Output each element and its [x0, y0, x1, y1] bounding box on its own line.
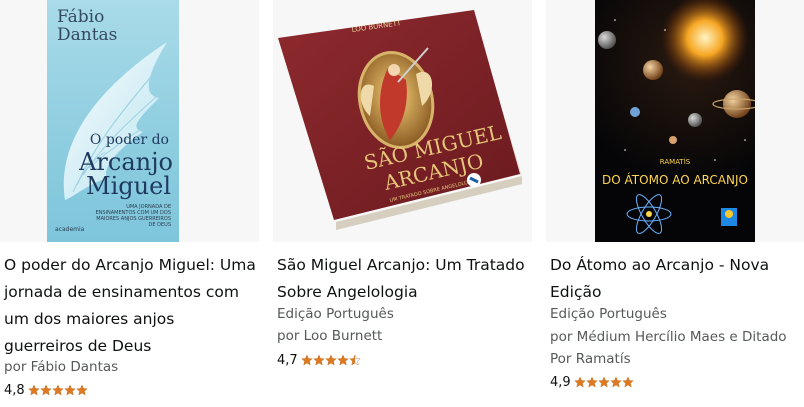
- product-card[interactable]: Fábio Dantas O poder do Arcanjo Miguel UM…: [0, 0, 259, 407]
- product-title-link[interactable]: O poder do Arcanjo Miguel: Uma jornada d…: [4, 252, 257, 360]
- rating-value: 4,8: [4, 382, 25, 398]
- rating-value: 4,9: [550, 374, 571, 390]
- star-full-icon: [39, 384, 52, 396]
- publisher-logo: academia: [55, 226, 85, 233]
- star-full-icon: [573, 376, 586, 388]
- cover-subtitle: UMA JORNADA DE ENSINAMENTOS COM UM DOS M…: [95, 204, 171, 228]
- star-rating[interactable]: [300, 354, 361, 366]
- book-cover[interactable]: RAMATÍS DO ÁTOMO AO ARCANJO: [595, 0, 755, 242]
- star-full-icon: [75, 384, 88, 396]
- book-cover[interactable]: LOO BURNETT SÃO MIGUEL ARCANJO UM TRATAD…: [278, 8, 523, 230]
- product-card[interactable]: RAMATÍS DO ÁTOMO AO ARCANJO Do Átomo ao …: [546, 0, 804, 407]
- cover-author: RAMATÍS: [660, 157, 691, 166]
- star-full-icon: [597, 376, 610, 388]
- star-full-icon: [585, 376, 598, 388]
- product-title-link[interactable]: Do Átomo ao Arcanjo - Nova Edição: [550, 252, 802, 306]
- star-full-icon: [51, 384, 64, 396]
- star-full-icon: [324, 354, 337, 366]
- cover-author: Fábio Dantas: [57, 7, 118, 45]
- star-full-icon: [336, 354, 349, 366]
- star-full-icon: [63, 384, 76, 396]
- star-full-icon: [312, 354, 325, 366]
- product-card[interactable]: LOO BURNETT SÃO MIGUEL ARCANJO UM TRATAD…: [273, 0, 532, 407]
- product-rating[interactable]: 4,8: [4, 381, 88, 399]
- cover-title-line: O poder do: [89, 132, 169, 148]
- rating-value: 4,7: [277, 352, 298, 368]
- cover-title-line: Miguel: [86, 172, 171, 200]
- star-full-icon: [621, 376, 634, 388]
- star-rating[interactable]: [573, 376, 634, 388]
- product-rating[interactable]: 4,9: [550, 373, 634, 391]
- product-author: por Loo Burnett: [277, 328, 383, 344]
- product-rating[interactable]: 4,7: [277, 351, 361, 369]
- star-half-icon: [348, 354, 361, 366]
- cover-title: DO ÁTOMO AO ARCANJO: [602, 172, 748, 187]
- star-rating[interactable]: [27, 384, 88, 396]
- space-illustration: RAMATÍS DO ÁTOMO AO ARCANJO: [598, 0, 755, 234]
- star-full-icon: [609, 376, 622, 388]
- star-full-icon: [27, 384, 40, 396]
- product-author: por Médium Hercílio Maes e Ditado Por Ra…: [550, 329, 787, 367]
- product-image[interactable]: Fábio Dantas O poder do Arcanjo Miguel UM…: [0, 0, 259, 242]
- book-cover[interactable]: Fábio Dantas O poder do Arcanjo Miguel UM…: [47, 0, 179, 242]
- star-full-icon: [300, 354, 313, 366]
- product-image[interactable]: RAMATÍS DO ÁTOMO AO ARCANJO: [546, 0, 804, 242]
- product-title-link[interactable]: São Miguel Arcanjo: Um Tratado Sobre Ang…: [277, 252, 530, 306]
- product-edition: Edição Português: [277, 306, 394, 322]
- product-image[interactable]: LOO BURNETT SÃO MIGUEL ARCANJO UM TRATAD…: [273, 0, 532, 242]
- product-edition: Edição Português: [550, 306, 667, 322]
- product-author: por Fábio Dantas: [4, 359, 119, 375]
